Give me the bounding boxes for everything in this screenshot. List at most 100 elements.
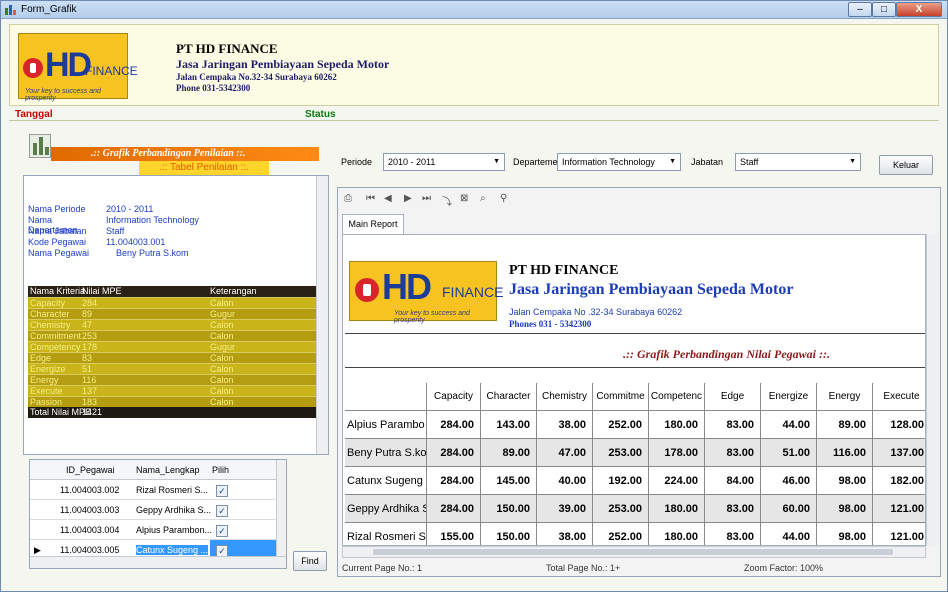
table-cell: Edge (705, 383, 761, 411)
table-cell: 284.00 (427, 439, 481, 467)
divider (345, 333, 925, 334)
tab-main-report[interactable]: Main Report (342, 214, 404, 234)
table-cell: 44.00 (761, 411, 817, 439)
keluar-button[interactable]: Keluar (879, 155, 933, 175)
table-cell: 150.00 (481, 523, 537, 545)
table-cell: Character (481, 383, 537, 411)
table-cell: Chemistry (537, 383, 593, 411)
logo-hd-text: HD (45, 46, 92, 84)
table-cell: 44.00 (761, 523, 817, 545)
pilih-checkbox[interactable]: ✓ (216, 485, 228, 497)
table-cell: Commitme (593, 383, 649, 411)
grid-row[interactable]: 11.004003.003 Geppy Ardhika S... ✓ (30, 500, 276, 520)
kriteria-row: Energize 51 Calon (28, 363, 316, 374)
divider (345, 367, 925, 368)
report-grafik-title: .:: Grafik Perbandingan Nilai Pegawai ::… (623, 347, 830, 361)
logo-tagline: Your key to success and prosperity (25, 88, 101, 102)
next-page-icon[interactable]: ▶ (404, 193, 412, 204)
table-cell: 83.00 (705, 439, 761, 467)
table-cell: 89.00 (817, 411, 873, 439)
first-page-icon[interactable]: ⏮ (366, 193, 375, 204)
logo-finance-text: FINANCE (85, 64, 138, 78)
table-cell: 38.00 (537, 523, 593, 545)
table-cell: 224.00 (649, 467, 705, 495)
company-name: PT HD FINANCE (176, 41, 278, 56)
grid-header-id[interactable]: ID_Pegawai (66, 465, 115, 475)
table-cell: 284.00 (427, 411, 481, 439)
print-icon[interactable]: ⎙ (344, 193, 352, 204)
table-cell: 98.00 (817, 495, 873, 523)
last-page-icon[interactable]: ⏭ (422, 193, 431, 204)
pilih-checkbox[interactable]: ✓ (216, 525, 228, 537)
zoom-icon[interactable]: ⚲ (500, 193, 507, 204)
kriteria-row: Character 89 Gugur (28, 308, 316, 319)
current-page: Current Page No.: 1 (342, 563, 423, 573)
table-cell: 40.00 (537, 467, 593, 495)
employee-name-cell: Rizal Rosmeri S (345, 523, 427, 545)
maximize-button[interactable]: □ (872, 2, 896, 17)
table-cell (345, 383, 427, 411)
zoom-factor: Zoom Factor: 100% (744, 563, 824, 573)
table-cell: 116.00 (817, 439, 873, 467)
report-vertical-scrollbar[interactable] (926, 234, 940, 546)
kriteria-row: Energy 116 Calon (28, 374, 316, 385)
grid-vertical-scrollbar[interactable] (276, 460, 286, 556)
total-page: Total Page No.: 1+ (546, 563, 621, 573)
employee-name-cell: Catunx Sugeng (345, 467, 427, 495)
table-cell: 178.00 (649, 439, 705, 467)
close-button[interactable]: X (896, 2, 942, 17)
grid-header-pilih[interactable]: Pilih (212, 465, 229, 475)
kriteria-row: Capacity 284 Calon (28, 297, 316, 308)
report-horizontal-scrollbar[interactable] (342, 546, 926, 558)
jabatan-select[interactable]: Staff ▼ (735, 153, 861, 171)
pilih-checkbox[interactable]: ✓ (216, 505, 228, 517)
table-cell: 192.00 (593, 467, 649, 495)
table-cell: 83.00 (705, 523, 761, 545)
table-cell: 150.00 (481, 495, 537, 523)
logo-circle-icon (355, 278, 379, 302)
grid-row[interactable]: 11.004003.002 Rizal Rosmeri S... ✓ (30, 480, 276, 500)
grid-header-nama[interactable]: Nama_Lengkap (136, 465, 200, 475)
jabatan-label: Jabatan (691, 157, 724, 167)
chevron-down-icon: ▼ (669, 158, 676, 165)
table-cell: 46.00 (761, 467, 817, 495)
chevron-down-icon: ▼ (493, 158, 500, 165)
search-icon[interactable]: ⌕ (480, 193, 486, 204)
kriteria-row: Passion 183 Calon (28, 396, 316, 407)
window-title: Form_Grafik (21, 4, 77, 15)
table-cell: 51.00 (761, 439, 817, 467)
table-cell: 121.00 (873, 523, 925, 545)
report-page: HD FINANCE Your key to success and prosp… (342, 234, 926, 546)
tanggal-label: Tanggal (15, 109, 53, 120)
report-viewer: ⎙ ⏮ ◀ ▶ ⏭ ⤵ ⊠ ⌕ ⚲ Main Report HD FINANCE… (337, 187, 941, 577)
row-pointer-icon: ▶ (34, 545, 41, 555)
table-cell: 121.00 (873, 495, 925, 523)
prev-page-icon[interactable]: ◀ (384, 193, 392, 204)
table-cell: Competenc (649, 383, 705, 411)
grid-horizontal-scrollbar[interactable] (30, 556, 286, 568)
goto-page-icon[interactable]: ⤵ (442, 193, 452, 208)
table-cell: 252.00 (593, 523, 649, 545)
table-cell: 284.00 (427, 467, 481, 495)
app-icon (5, 4, 17, 15)
title-bar: Form_Grafik – □ X (1, 1, 947, 19)
penilaian-scrollbar[interactable] (316, 176, 328, 454)
report-address: Jalan Cempaka No .32-34 Surabaya 60262 (509, 307, 683, 317)
find-button[interactable]: Find (293, 551, 327, 571)
periode-select[interactable]: 2010 - 2011 ▼ (383, 153, 505, 171)
employee-name-cell: Alpius Parambo (345, 411, 427, 439)
status-label: Status (305, 109, 336, 120)
minimize-button[interactable]: – (848, 2, 872, 17)
grid-header: ID_Pegawai Nama_Lengkap Pilih (30, 460, 276, 480)
penilaian-panel: Nama Periode 2010 - 2011 Nama Departemen I… (23, 175, 329, 455)
table-cell: 84.00 (705, 467, 761, 495)
table-cell: 38.00 (537, 411, 593, 439)
hd-finance-logo: HD FINANCE Your key to success and prosp… (349, 261, 503, 324)
departemen-label: Departemen (513, 157, 563, 167)
departemen-select[interactable]: Information Technology ▼ (557, 153, 681, 171)
table-cell: 180.00 (649, 495, 705, 523)
table-cell: 83.00 (705, 411, 761, 439)
close-view-icon[interactable]: ⊠ (460, 193, 468, 204)
grid-row[interactable]: 11.004003.004 Alpius Parambon... ✓ (30, 520, 276, 540)
pegawai-grid: ID_Pegawai Nama_Lengkap Pilih 11.004003.… (29, 459, 287, 569)
